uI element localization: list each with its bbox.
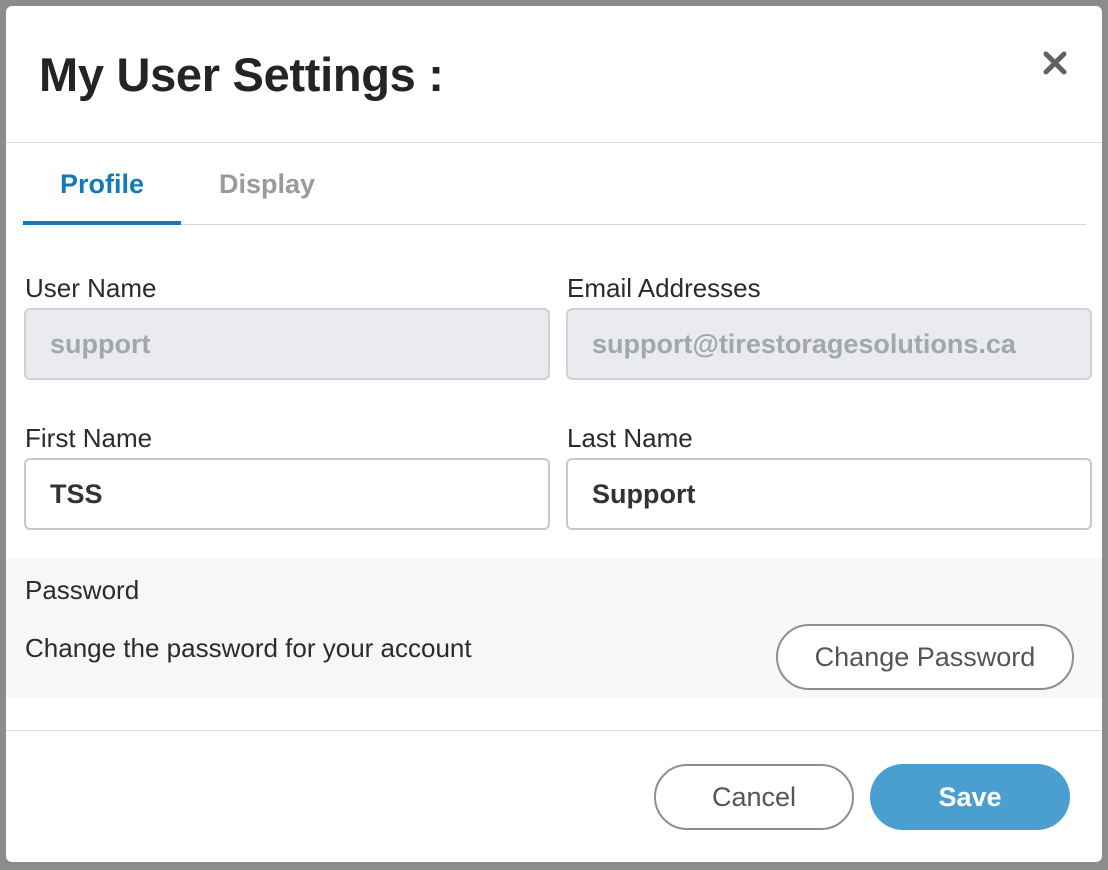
user-name-field[interactable] <box>24 308 550 380</box>
user-settings-dialog: My User Settings : Profile Display User … <box>6 6 1102 862</box>
email-field[interactable] <box>566 308 1092 380</box>
dialog-header: My User Settings : <box>6 6 1102 143</box>
last-name-field[interactable] <box>566 458 1092 530</box>
footer-divider <box>6 730 1102 731</box>
first-name-label: First Name <box>25 423 153 453</box>
cancel-button[interactable]: Cancel <box>654 764 854 830</box>
last-name-label: Last Name <box>567 423 693 453</box>
settings-tabs: Profile Display <box>22 151 1086 225</box>
first-name-field[interactable] <box>24 458 550 530</box>
save-button[interactable]: Save <box>870 764 1070 830</box>
email-label: Email Addresses <box>567 273 761 303</box>
tab-profile[interactable]: Profile <box>23 151 181 225</box>
password-section: Password Change the password for your ac… <box>6 558 1102 698</box>
dialog-title: My User Settings : <box>39 48 444 101</box>
close-icon <box>1043 51 1067 75</box>
close-button[interactable] <box>1038 46 1072 80</box>
password-description: Change the password for your account <box>25 633 472 663</box>
password-title: Password <box>25 575 140 605</box>
change-password-button[interactable]: Change Password <box>776 624 1074 690</box>
user-name-label: User Name <box>25 273 157 303</box>
tab-display[interactable]: Display <box>205 151 329 225</box>
